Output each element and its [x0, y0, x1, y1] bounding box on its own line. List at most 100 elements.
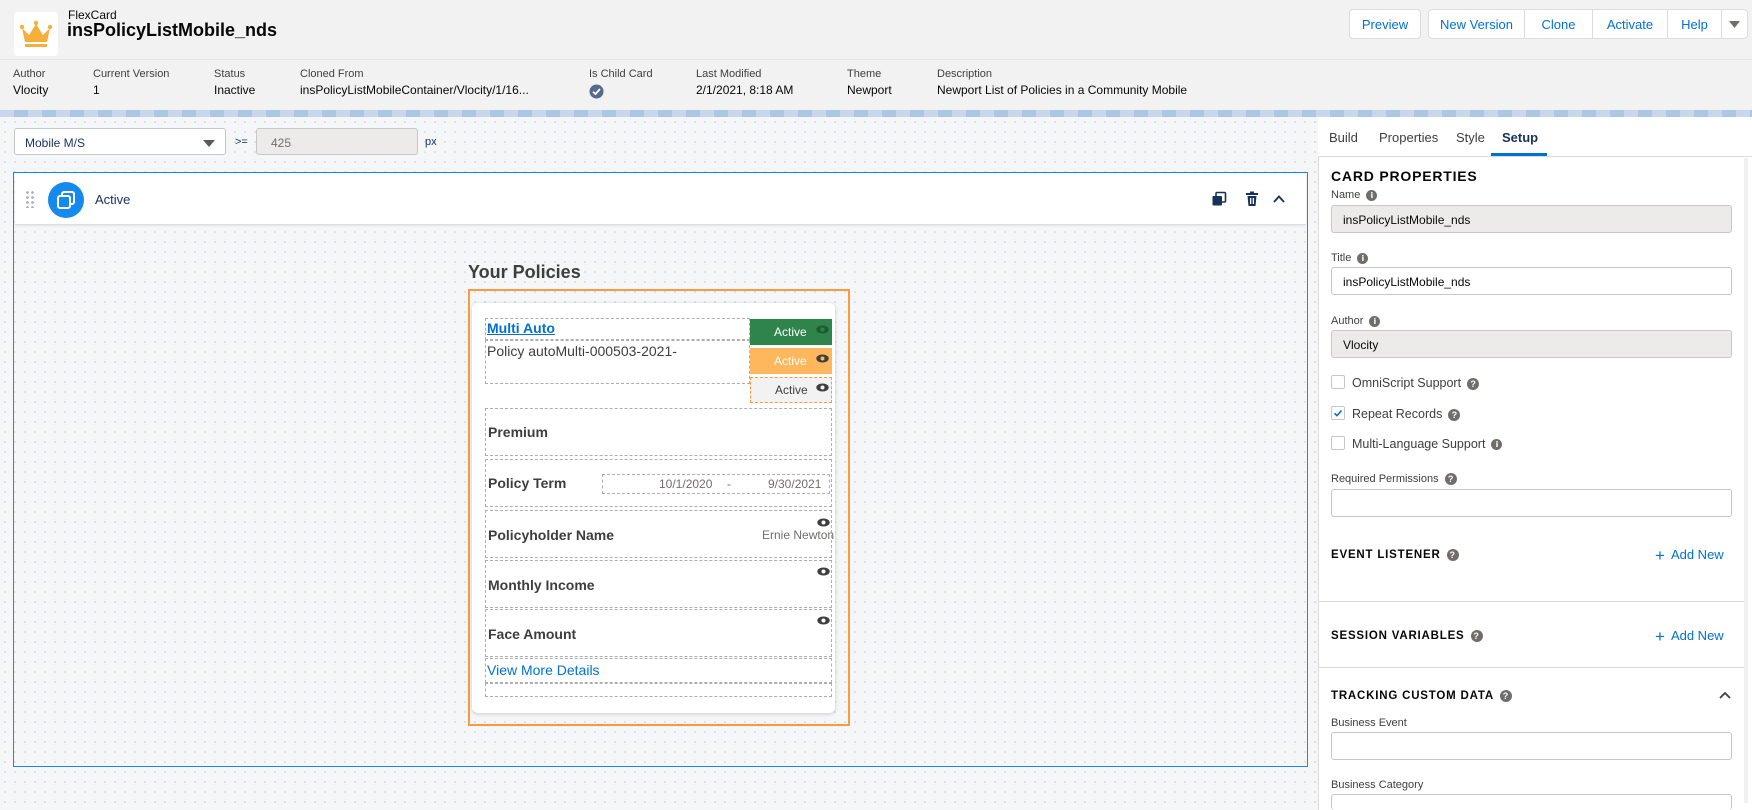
- viewport-size-select[interactable]: Mobile M/S: [14, 128, 226, 155]
- meta-theme: Theme Newport: [847, 68, 892, 97]
- info-icon[interactable]: i: [1357, 252, 1369, 264]
- add-event-listener-button[interactable]: + Add New: [1655, 546, 1724, 566]
- card-properties-title: CARD PROPERTIES: [1331, 168, 1478, 184]
- info-icon[interactable]: i: [1491, 439, 1503, 451]
- clone-button[interactable]: Clone: [1525, 10, 1593, 38]
- viewport-size-value: Mobile M/S: [25, 136, 86, 150]
- eye-icon[interactable]: [816, 325, 829, 334]
- monthly-income-label: Monthly Income: [488, 577, 595, 593]
- meta-is-child-card: Is Child Card: [589, 68, 653, 102]
- name-label: Name i: [1331, 189, 1378, 201]
- checkmark-icon: [1333, 409, 1343, 417]
- delete-icon[interactable]: [1244, 191, 1260, 207]
- info-icon[interactable]: i: [1369, 315, 1381, 327]
- info-icon[interactable]: i: [1366, 189, 1378, 201]
- meta-author: Author Vlocity: [13, 68, 49, 97]
- policyholder-label: Policyholder Name: [488, 527, 615, 543]
- unit-label: px: [425, 136, 437, 148]
- policy-term-label: Policy Term: [488, 475, 567, 491]
- business-event-input[interactable]: [1331, 732, 1732, 760]
- chevron-up-icon[interactable]: [1271, 191, 1287, 207]
- checkmark-circle-icon: [589, 84, 604, 99]
- record-details-bar: Author Vlocity Current Version 1 Status …: [0, 60, 1752, 112]
- premium-label: Premium: [488, 424, 548, 440]
- repeat-records-label: Repeat Records?: [1352, 407, 1461, 421]
- help-icon[interactable]: ?: [1446, 549, 1459, 561]
- eye-icon[interactable]: [816, 383, 829, 392]
- card-state-header: Active: [15, 174, 1306, 225]
- face-amount-label: Face Amount: [488, 626, 577, 642]
- crown-icon: [20, 20, 52, 47]
- chevron-down-icon: [203, 140, 215, 147]
- drag-handle-icon[interactable]: [25, 190, 35, 208]
- tab-build[interactable]: Build: [1329, 130, 1358, 145]
- business-category-input[interactable]: [1331, 794, 1732, 810]
- title-label: Title i: [1331, 252, 1369, 264]
- required-permissions-input[interactable]: [1331, 489, 1732, 517]
- card-state-icon: [48, 182, 84, 218]
- view-more-details-link[interactable]: View More Details: [487, 662, 600, 678]
- active-tab-indicator: [1491, 153, 1547, 156]
- add-session-variable-button[interactable]: + Add New: [1655, 627, 1724, 647]
- viewport-width-input[interactable]: 425: [256, 128, 418, 155]
- tab-setup[interactable]: Setup: [1502, 130, 1538, 145]
- more-actions-button[interactable]: [1722, 10, 1747, 38]
- page-title: insPolicyListMobile_nds: [67, 20, 278, 40]
- preview-button[interactable]: Preview: [1349, 9, 1421, 39]
- term-separator: -: [727, 477, 731, 491]
- action-button-group: New Version Clone Activate Help: [1428, 9, 1748, 39]
- multi-language-label: Multi-Language Support i: [1352, 437, 1503, 451]
- card-heading: Your Policies: [468, 262, 581, 282]
- tab-properties[interactable]: Properties: [1379, 130, 1438, 145]
- eye-icon[interactable]: [816, 354, 829, 363]
- repeat-records-checkbox[interactable]: [1331, 406, 1345, 420]
- help-icon[interactable]: ?: [1467, 377, 1480, 390]
- business-category-label: Business Category: [1331, 779, 1424, 791]
- eye-icon[interactable]: [817, 616, 830, 625]
- operator-label: >=: [235, 136, 248, 148]
- help-icon[interactable]: ?: [1499, 690, 1512, 702]
- duplicate-icon[interactable]: [1211, 191, 1227, 207]
- tracking-custom-data-title: TRACKING CUSTOM DATA?: [1331, 690, 1512, 702]
- author-input[interactable]: Vlocity: [1331, 330, 1732, 358]
- help-icon[interactable]: ?: [1448, 408, 1461, 421]
- meta-status: Status Inactive: [214, 68, 256, 97]
- panel-tabs: Build Properties Style Setup: [1318, 117, 1752, 157]
- required-permissions-label: Required Permissions?: [1331, 473, 1457, 486]
- add-icon: +: [1655, 627, 1665, 646]
- panel-scrollbar[interactable]: [1744, 158, 1748, 803]
- help-icon[interactable]: ?: [1470, 630, 1483, 642]
- new-version-button[interactable]: New Version: [1429, 10, 1525, 38]
- help-button[interactable]: Help: [1668, 10, 1722, 38]
- meta-description: Description Newport List of Policies in …: [937, 68, 1188, 97]
- policy-number: Policy autoMulti-000503-2021-: [487, 343, 677, 359]
- policy-type-link[interactable]: Multi Auto: [487, 320, 555, 336]
- decorative-divider: [0, 110, 1752, 117]
- eye-icon[interactable]: [817, 518, 830, 527]
- term-start: 10/1/2020: [659, 477, 713, 491]
- author-label: Author i: [1331, 315, 1381, 327]
- omniscript-support-label: OmniScript Support?: [1352, 376, 1480, 390]
- tab-style[interactable]: Style: [1456, 130, 1485, 145]
- meta-last-modified: Last Modified 2/1/2021, 8:18 AM: [696, 68, 794, 97]
- session-variables-title: SESSION VARIABLES?: [1331, 630, 1483, 642]
- help-icon[interactable]: ?: [1444, 473, 1457, 486]
- policyholder-value: Ernie Newton: [762, 528, 835, 542]
- meta-current-version: Current Version 1: [93, 68, 170, 97]
- name-input[interactable]: insPolicyListMobile_nds: [1331, 205, 1732, 233]
- chevron-down-icon: [1729, 20, 1740, 28]
- empty-block[interactable]: [485, 683, 832, 697]
- eye-icon[interactable]: [817, 567, 830, 576]
- term-end: 9/30/2021: [768, 477, 822, 491]
- chevron-up-icon[interactable]: [1718, 690, 1732, 700]
- multi-language-checkbox[interactable]: [1331, 436, 1345, 450]
- activate-button[interactable]: Activate: [1593, 10, 1668, 38]
- state-name: Active: [95, 192, 131, 207]
- meta-cloned-from: Cloned From insPolicyListMobileContainer…: [300, 68, 529, 97]
- page-header: FlexCard insPolicyListMobile_nds Preview…: [0, 0, 1752, 60]
- title-input[interactable]: insPolicyListMobile_nds: [1331, 267, 1732, 295]
- event-listener-title: EVENT LISTENER?: [1331, 549, 1459, 561]
- section-divider: [1319, 601, 1744, 602]
- omniscript-support-checkbox[interactable]: [1331, 375, 1345, 389]
- add-icon: +: [1655, 546, 1665, 565]
